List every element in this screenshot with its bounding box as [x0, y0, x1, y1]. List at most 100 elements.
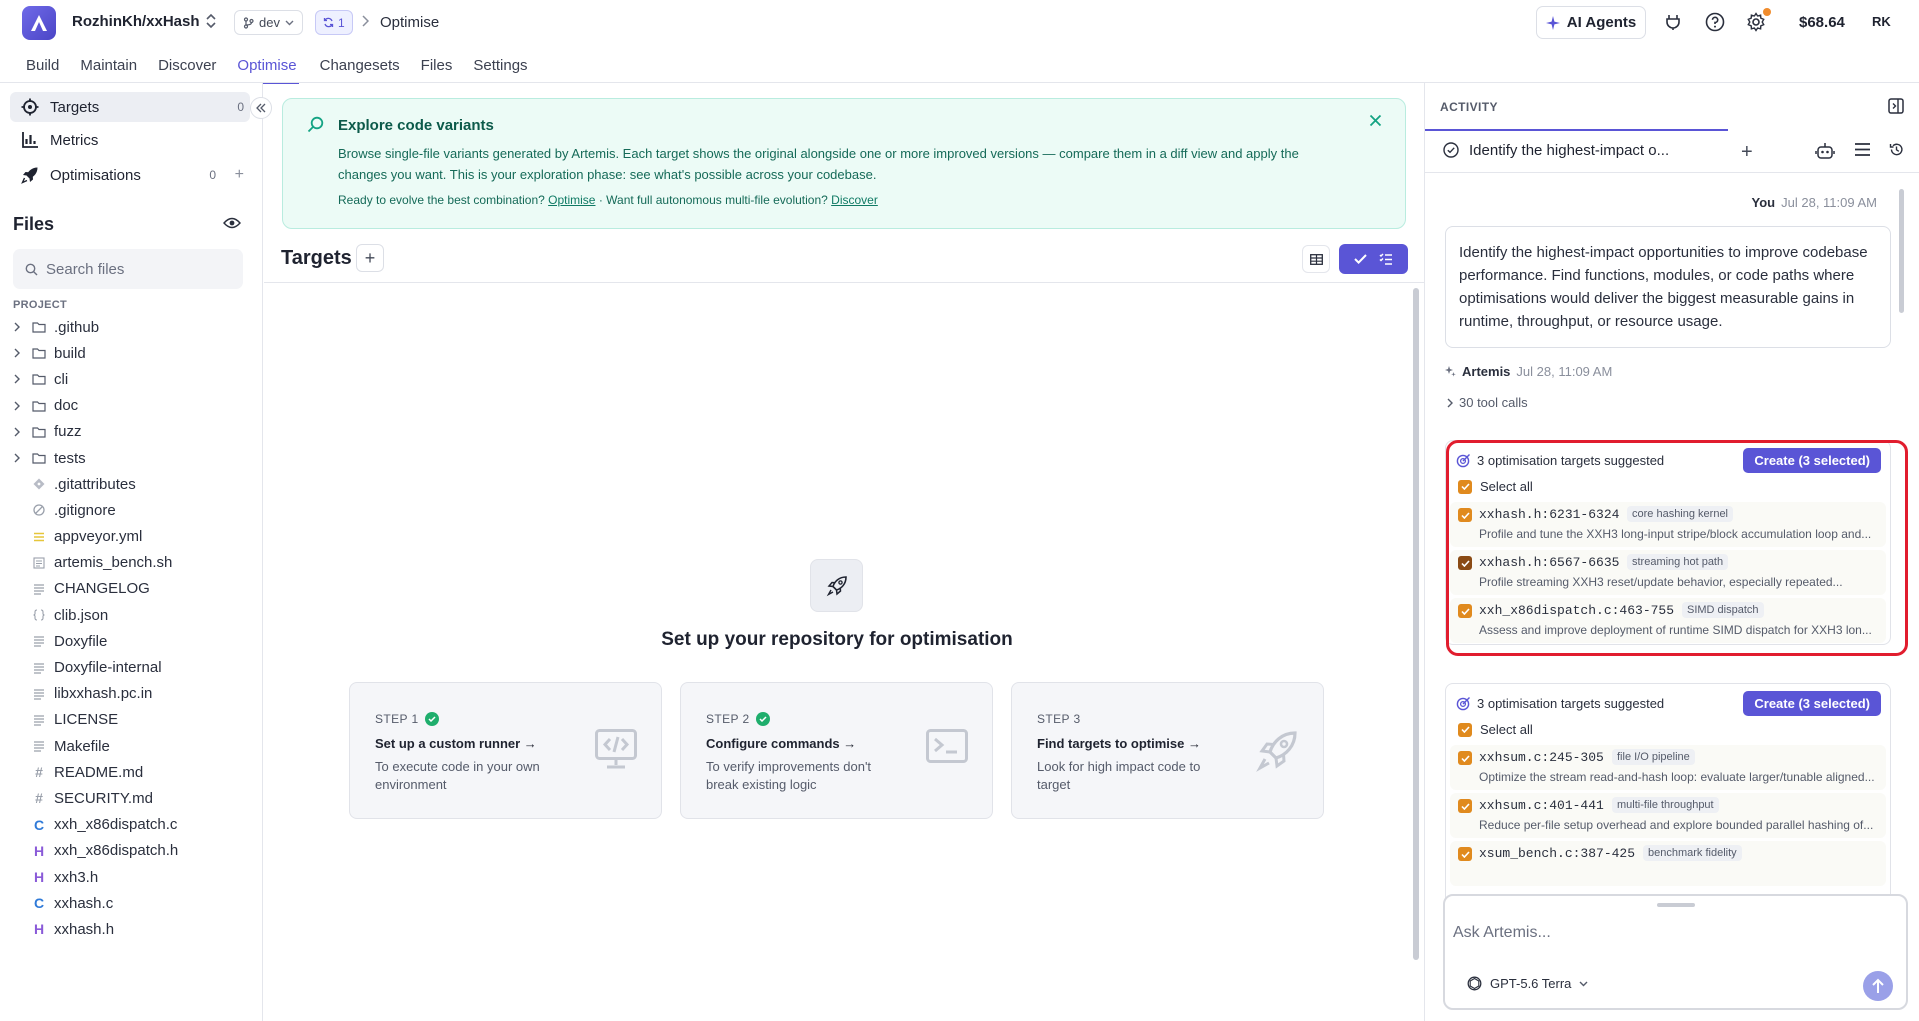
file-item[interactable]: artemis_bench.sh [0, 550, 262, 576]
tool-calls-toggle[interactable]: 30 tool calls [1447, 395, 1528, 410]
chat-input[interactable] [1453, 924, 1893, 950]
folder-item[interactable]: .github [0, 314, 262, 340]
new-thread-button[interactable]: + [1741, 141, 1753, 164]
target-row[interactable]: xxh_x86dispatch.c:463-755 SIMD dispatch As… [1450, 598, 1886, 643]
tab-files[interactable]: Files [421, 56, 453, 84]
folder-item[interactable]: fuzz [0, 419, 262, 445]
file-name: Doxyfile [54, 632, 108, 650]
send-button[interactable] [1863, 971, 1893, 1001]
create-targets-button[interactable]: Create (3 selected) [1743, 691, 1881, 716]
folder-item[interactable]: tests [0, 445, 262, 471]
eye-icon[interactable] [223, 217, 241, 229]
credit-balance[interactable]: $68.64 [1799, 14, 1845, 31]
sync-badge[interactable]: 1 [315, 10, 353, 35]
history-icon[interactable] [1889, 142, 1904, 157]
tab-changesets[interactable]: Changesets [320, 56, 400, 84]
sidebar-item-optimisations[interactable]: Optimisations 0 + [10, 160, 244, 190]
select-all-checkbox[interactable]: Select all [1458, 722, 1533, 737]
folder-icon [32, 320, 46, 334]
tab-build[interactable]: Build [26, 56, 59, 84]
repo-name[interactable]: RozhinKh/xxHash [72, 13, 200, 30]
sidebar-item-metrics[interactable]: Metrics [10, 125, 250, 155]
user-message: Identify the highest-impact opportunitie… [1445, 226, 1891, 348]
file-item[interactable]: Doxyfile-internal [0, 654, 262, 680]
file-item[interactable]: Doxyfile [0, 628, 262, 654]
folder-item[interactable]: doc [0, 393, 262, 419]
target-row[interactable]: xxhash.h:6231-6324 core hashing kernel Pro… [1450, 502, 1886, 547]
activity-scrollbar[interactable] [1899, 189, 1904, 313]
main-scrollbar[interactable] [1413, 288, 1419, 960]
add-target-button[interactable]: + [356, 244, 384, 272]
help-icon[interactable] [1704, 11, 1726, 33]
repo-switch-icon[interactable] [205, 13, 217, 29]
resize-handle[interactable] [1657, 903, 1695, 907]
checklist-view-button[interactable] [1339, 244, 1408, 274]
activity-tab[interactable]: Identify the highest-impact o... [1425, 129, 1728, 169]
target-row[interactable]: xxhash.h:6567-6635 streaming hot path Prof… [1450, 550, 1886, 595]
file-item[interactable]: CHANGELOG [0, 576, 262, 602]
menu-icon[interactable] [1854, 142, 1871, 157]
suggestion-heading: 3 optimisation targets suggested [1477, 696, 1665, 711]
chevron-right-icon [14, 374, 20, 384]
target-row[interactable]: xxhsum.c:401-441 multi-file throughput Red… [1450, 793, 1886, 838]
add-optimisation-button[interactable]: + [235, 166, 244, 184]
file-item[interactable]: libxxhash.pc.in [0, 681, 262, 707]
step-card-find-targets[interactable]: STEP 3 Find targets to optimise → Look f… [1011, 682, 1324, 819]
branch-name: dev [259, 15, 280, 30]
file-item[interactable]: Cxxhash.c [0, 890, 262, 916]
ai-agents-button[interactable]: AI Agents [1536, 6, 1646, 39]
app-logo[interactable] [22, 6, 56, 40]
panel-collapse-icon[interactable] [1888, 98, 1904, 114]
tab-discover[interactable]: Discover [158, 56, 216, 84]
file-item[interactable]: # README.md [0, 759, 262, 785]
sidebar-item-targets[interactable]: Targets 0 [10, 92, 250, 122]
c-file-icon: C [33, 895, 45, 912]
target-row[interactable]: xsum_bench.c:387-425 benchmark fidelity [1450, 841, 1886, 886]
branch-select[interactable]: dev [234, 10, 303, 35]
grid-view-button[interactable] [1302, 245, 1330, 273]
file-item[interactable]: .gitattributes [0, 471, 262, 497]
target-row[interactable]: xxhsum.c:245-305 file I/O pipeline Optimiz… [1450, 745, 1886, 790]
checkbox-checked-icon[interactable] [1458, 799, 1472, 813]
file-search-input[interactable] [46, 260, 226, 278]
file-item[interactable]: Hxxhash.h [0, 916, 262, 942]
file-name: .github [54, 318, 100, 336]
file-item[interactable]: Makefile [0, 733, 262, 759]
file-item[interactable]: Hxxh3.h [0, 864, 262, 890]
optimise-link[interactable]: Optimise [548, 193, 595, 207]
file-item[interactable]: .gitignore [0, 497, 262, 523]
file-item[interactable]: clib.json [0, 602, 262, 628]
page-title: Targets [281, 247, 352, 269]
step-card-runner[interactable]: STEP 1 Set up a custom runner → To execu… [349, 682, 662, 819]
select-all-checkbox[interactable]: Select all [1458, 479, 1533, 494]
text-file-icon [32, 582, 46, 596]
close-icon[interactable] [1369, 114, 1382, 127]
robot-icon[interactable] [1815, 142, 1835, 160]
check-circle-icon [1443, 142, 1459, 158]
create-targets-button[interactable]: Create (3 selected) [1743, 448, 1881, 473]
checkbox-checked-icon[interactable] [1458, 604, 1472, 618]
file-item[interactable]: Cxxh_x86dispatch.c [0, 812, 262, 838]
tab-maintain[interactable]: Maintain [80, 56, 137, 84]
model-select[interactable]: GPT-5.6 Terra [1467, 976, 1588, 991]
step-card-commands[interactable]: STEP 2 Configure commands → To verify im… [680, 682, 993, 819]
avatar[interactable]: RK [1872, 14, 1891, 29]
discover-link[interactable]: Discover [831, 193, 878, 207]
tab-settings[interactable]: Settings [473, 56, 527, 84]
agent-time: Jul 28, 11:09 AM [1516, 364, 1613, 379]
file-item[interactable]: Hxxh_x86dispatch.h [0, 838, 262, 864]
folder-item[interactable]: build [0, 340, 262, 366]
checkbox-checked-icon[interactable] [1458, 556, 1472, 570]
tab-optimise[interactable]: Optimise [235, 56, 299, 84]
chevron-right-icon [14, 427, 20, 437]
plug-icon[interactable] [1662, 11, 1684, 33]
file-item[interactable]: # SECURITY.md [0, 785, 262, 811]
checkbox-checked-icon[interactable] [1458, 751, 1472, 765]
file-item[interactable]: appveyor.yml [0, 524, 262, 550]
checkbox-checked-icon[interactable] [1458, 508, 1472, 522]
folder-item[interactable]: cli [0, 366, 262, 392]
file-item[interactable]: LICENSE [0, 707, 262, 733]
breadcrumb-chevron-icon [362, 15, 369, 27]
checkbox-checked-icon[interactable] [1458, 847, 1472, 861]
collapse-sidebar-button[interactable] [250, 97, 272, 119]
